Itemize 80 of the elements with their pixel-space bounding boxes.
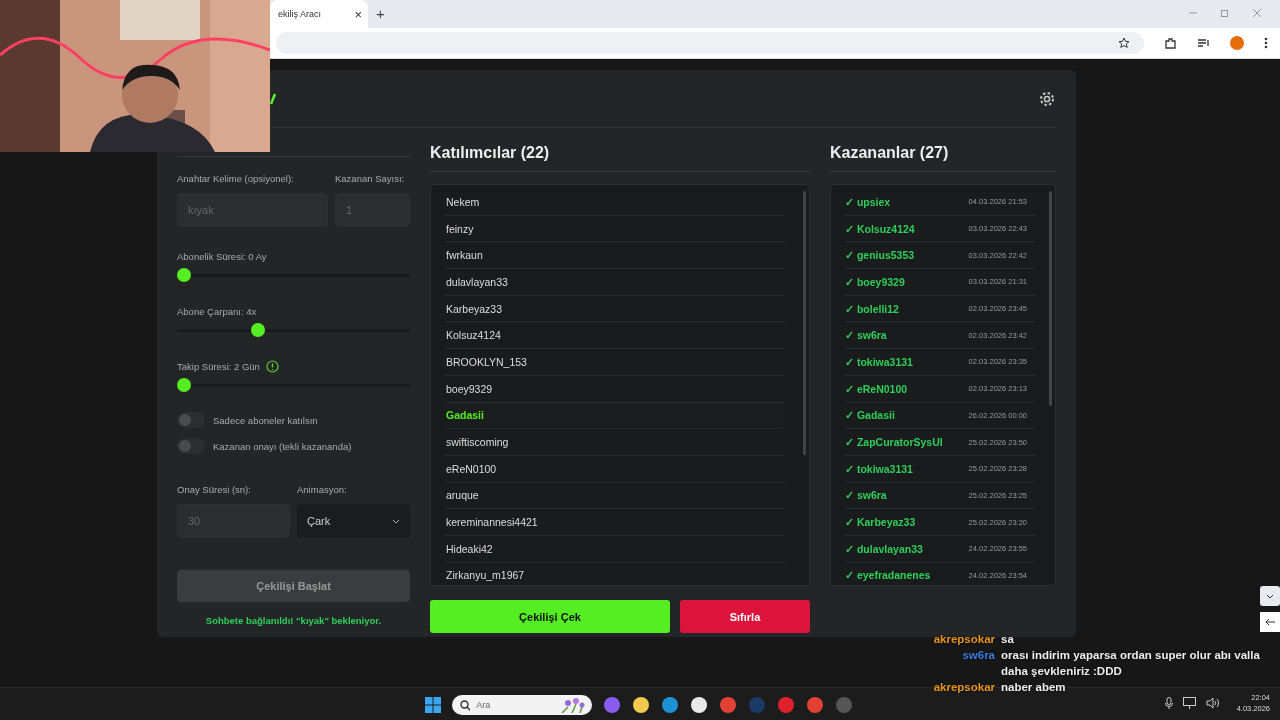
winner-name: ✓ upsiex — [845, 195, 891, 208]
column-title: Katılımcılar (22) — [430, 143, 551, 163]
participant-item[interactable]: dulavlayan33 — [445, 269, 785, 296]
profile-icon[interactable] — [1230, 36, 1244, 50]
participant-item[interactable]: Hideaki42 — [445, 535, 785, 563]
winner-name: ✓ sw6ra — [845, 489, 887, 502]
slider-thumb[interactable] — [177, 268, 191, 282]
participant-item[interactable]: Kolsuz4124 — [445, 322, 785, 350]
slider-label: Abone Çarpanı: 4x — [177, 305, 257, 317]
new-tab-button[interactable]: + — [376, 5, 385, 22]
field-label: Animasyon: — [297, 484, 348, 495]
start-button[interactable]: Çekilişi Başlat — [177, 570, 410, 602]
winner-name: ✓ dulavlayan33 — [845, 542, 923, 555]
participant-item[interactable]: eReN0100 — [445, 455, 785, 483]
winner-name: ✓ boey9329 — [845, 275, 905, 288]
participant-item[interactable]: fwrkaun — [445, 242, 785, 270]
chevron-down-icon[interactable] — [1260, 586, 1280, 606]
winner-name: ✓ eyefradanenes — [845, 569, 931, 582]
winner-name: ✓ Gadasii — [845, 409, 895, 422]
slider-label: Abonelik Süresi: 0 Ay — [177, 250, 267, 262]
slider-label: Takip Süresi: 2 Gün — [177, 360, 260, 372]
toggle-switch[interactable] — [177, 438, 205, 454]
tab-title: ekiliş Aracı — [278, 9, 321, 19]
scrollbar[interactable] — [1049, 191, 1052, 406]
participant-item[interactable]: aruque — [445, 482, 785, 510]
winner-name: ✓ sw6ra — [845, 329, 887, 342]
chat-message: sa — [1001, 633, 1014, 645]
participant-item[interactable]: feinzy — [445, 215, 785, 243]
keyword-field[interactable]: kıyak — [177, 193, 328, 227]
confirm-time-field[interactable]: 30 — [177, 504, 290, 538]
menu-icon[interactable] — [1264, 37, 1268, 49]
media-icon[interactable] — [1197, 36, 1210, 50]
windows-icon[interactable] — [425, 697, 441, 713]
winner-name: ✓ Kolsuz4124 — [845, 222, 915, 235]
participant-item[interactable]: Karbeyaz33 — [445, 295, 785, 323]
winner-name: ✓ Karbeyaz33 — [845, 516, 916, 529]
network-icon[interactable] — [1182, 697, 1196, 709]
winner-name: ✓ ZapCuratorSysUI — [845, 436, 943, 449]
participant-item[interactable]: boey9329 — [445, 375, 785, 403]
animation-dropdown[interactable]: Çark — [297, 504, 410, 538]
participant-item[interactable]: Zirkanyu_m1967 — [445, 562, 785, 585]
slider-thumb[interactable] — [177, 378, 191, 392]
info-icon — [265, 359, 279, 373]
participant-item[interactable]: swiftiscoming — [445, 429, 785, 456]
column-title: Kazananlar (27) — [830, 143, 950, 163]
winner-name: ✓ bolelli12 — [845, 302, 899, 315]
field-label: Onay Süresi (sn): — [177, 484, 252, 495]
chat-message: naber abem — [1001, 681, 1066, 693]
toggle-label: Sadece aboneler katılsın — [213, 414, 318, 426]
reset-button[interactable]: Sıfırla — [680, 600, 810, 633]
chat-message: daha şevkleniriz :DDD — [1001, 665, 1123, 677]
settings-icon[interactable] — [1038, 89, 1056, 108]
field-label: Anahtar Kelime (opsiyonel): — [177, 173, 295, 184]
search-icon — [460, 699, 471, 711]
participant-item[interactable]: kereminannesi4421 — [445, 509, 785, 536]
participant-item[interactable]: BROOKLYN_153 — [445, 349, 785, 376]
scrollbar[interactable] — [803, 191, 806, 455]
slider-thumb[interactable] — [251, 323, 266, 337]
close-tab-button[interactable]: × — [354, 6, 362, 22]
chat-username: sw6ra — [961, 649, 995, 663]
status-message: Sohbete bağlanıldı! "kıyak" bekleniyor. — [204, 615, 383, 626]
search-field[interactable]: Ara — [452, 695, 592, 715]
toggle-label: Kazanan onayı (tekli kazananda) — [213, 440, 352, 452]
winner-name: ✓ genius5353 — [845, 249, 915, 262]
chat-username: akrepsokar — [932, 681, 995, 693]
participant-item[interactable]: Nekem — [445, 189, 785, 216]
chat-message: orası indirim yaparsa ordan super olur abı valla — [1001, 649, 1260, 661]
draw-button[interactable]: Çekilişi Çek — [430, 600, 670, 633]
chat-username: akrepsokar — [932, 633, 995, 645]
star-icon[interactable] — [1118, 37, 1130, 49]
chevron-icon — [392, 518, 400, 524]
winner-name: ✓ tokiwa3131 — [845, 355, 913, 368]
speaker-icon[interactable] — [1205, 697, 1219, 709]
winner-name: ✓ eReN0100 — [845, 382, 908, 395]
field-label: Kazanan Sayısı: — [335, 173, 406, 184]
browser-tab[interactable]: ekiliş Aracı × — [270, 0, 368, 28]
microphone-icon[interactable] — [1164, 697, 1173, 709]
toggle-switch[interactable] — [177, 412, 205, 428]
winner-name: ✓ tokiwa3131 — [845, 462, 913, 475]
puzzle-icon[interactable] — [1164, 36, 1177, 50]
